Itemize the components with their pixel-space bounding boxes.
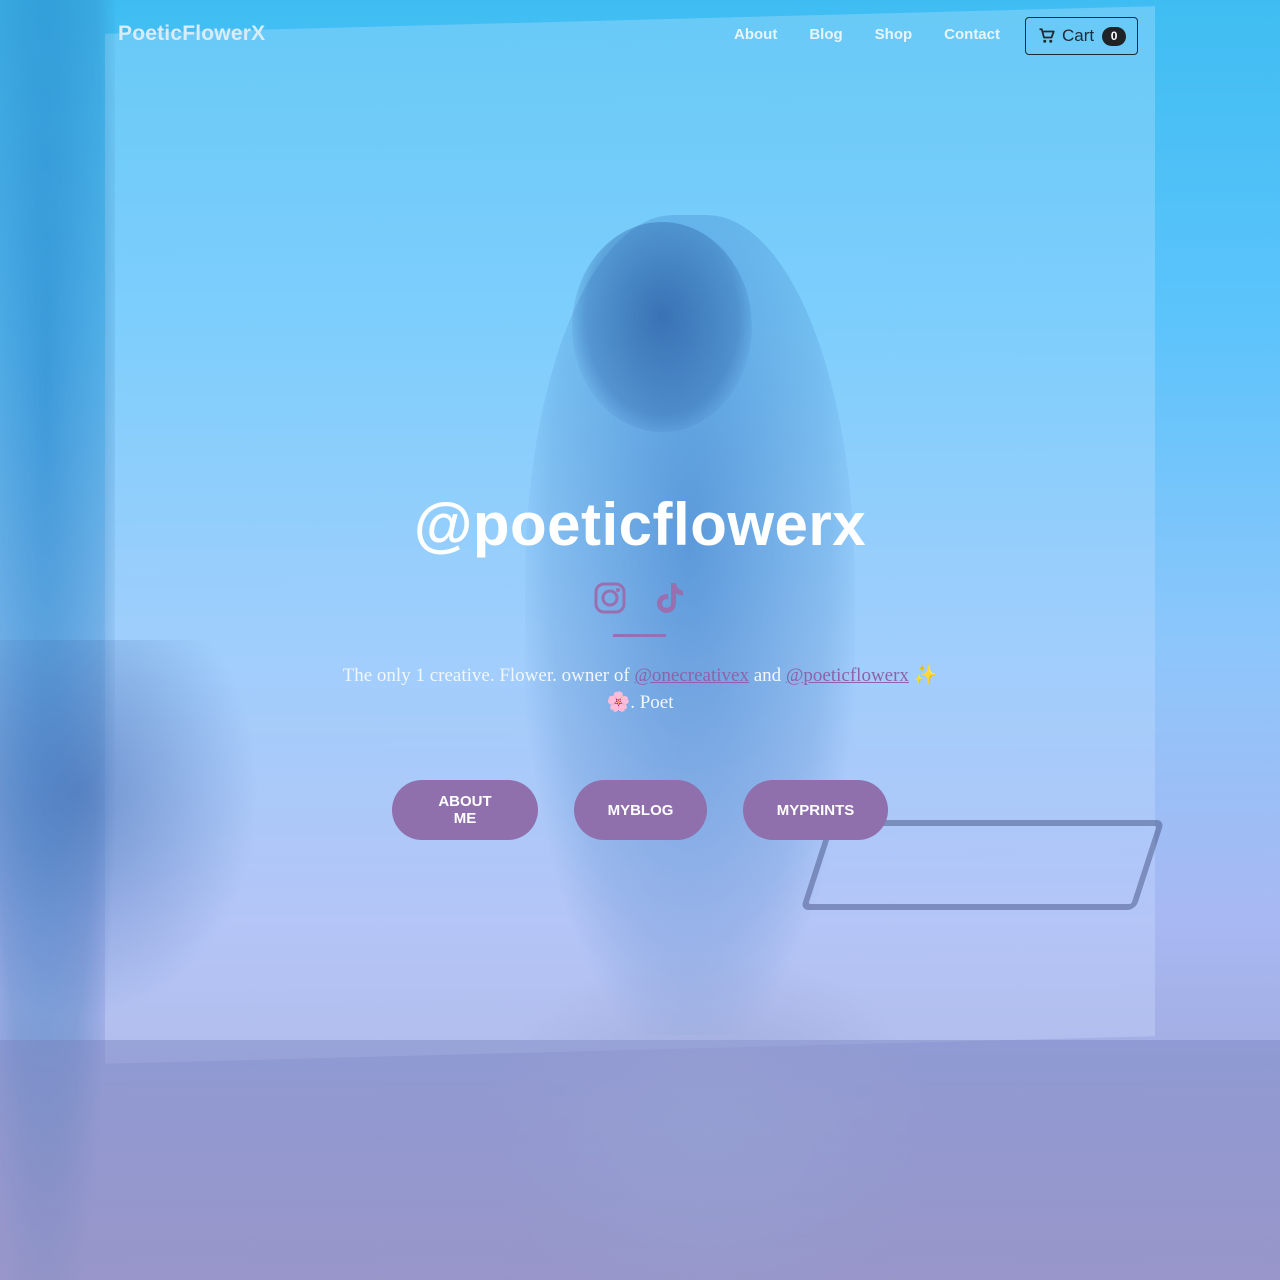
poeticflowerx-link[interactable]: @poeticflowerx	[786, 665, 909, 686]
social-links	[0, 580, 1280, 621]
about-me-button[interactable]: ABOUT ME	[392, 780, 538, 840]
myblog-button[interactable]: MYBLOG	[574, 780, 707, 840]
hero-actions: ABOUT ME MYBLOG MYPRINTS	[0, 780, 1280, 840]
bio-text: The only 1 creative. Flower. owner of @o…	[290, 662, 990, 716]
onecreativex-link[interactable]: @onecreativex	[634, 665, 749, 686]
bio-text-part: The only 1 creative. Flower. owner of	[342, 665, 635, 686]
sparkle-emoji: ✨	[913, 665, 938, 686]
myprints-button[interactable]: MYPRINTS	[743, 780, 888, 840]
instagram-icon	[594, 582, 626, 614]
flower-emoji: 🌸	[606, 692, 631, 713]
tiktok-link[interactable]	[653, 580, 687, 621]
title-divider	[613, 634, 666, 637]
bio-text-part: and	[748, 665, 786, 686]
instagram-link[interactable]	[593, 580, 627, 621]
bio-text-part: . Poet	[630, 692, 674, 713]
hero-section: @poeticflowerx The only 1 creative. Flow…	[0, 0, 1280, 1280]
tiktok-icon	[657, 583, 683, 613]
hero-title: @poeticflowerx	[413, 491, 867, 558]
